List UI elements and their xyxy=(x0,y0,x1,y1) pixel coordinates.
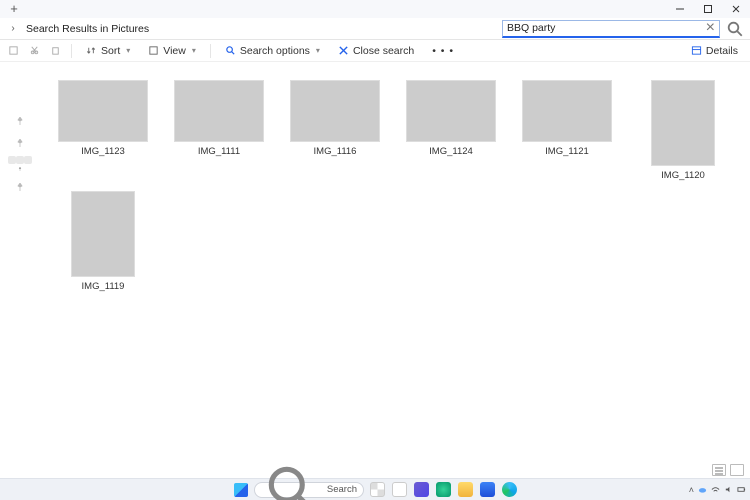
close-button[interactable] xyxy=(722,0,750,18)
chevron-down-icon: ▾ xyxy=(192,46,196,55)
start-button[interactable] xyxy=(232,481,250,499)
breadcrumb[interactable]: Search Results in Pictures xyxy=(26,23,149,35)
pin-icon[interactable] xyxy=(16,112,24,120)
details-icon xyxy=(691,45,702,56)
close-search-label: Close search xyxy=(353,45,414,57)
sort-label: Sort xyxy=(101,45,120,57)
edge-icon[interactable] xyxy=(500,481,518,499)
pin-icon[interactable] xyxy=(16,156,24,164)
close-search-icon xyxy=(338,45,349,56)
thumbnail-image xyxy=(290,80,380,142)
thumbnail-caption: IMG_1120 xyxy=(661,170,705,181)
thumbnail-grid: IMG_1123 IMG_1111 IMG_1116 IMG_1124 IMG_1121… xyxy=(40,62,750,500)
chevron-down-icon: ▾ xyxy=(316,46,320,55)
taskbar-search-placeholder: Search xyxy=(327,484,357,495)
address-bar: › Search Results in Pictures × xyxy=(0,18,750,40)
window-controls xyxy=(666,0,750,18)
maximize-button[interactable] xyxy=(694,0,722,18)
view-icon xyxy=(148,45,159,56)
taskbar-app-icon[interactable] xyxy=(434,481,452,499)
thumbnail-caption: IMG_1116 xyxy=(314,146,357,157)
thumbnail-item[interactable]: IMG_1120 xyxy=(630,80,736,181)
list-view-icon[interactable] xyxy=(712,464,726,476)
search-input[interactable] xyxy=(507,22,702,34)
file-explorer-icon[interactable] xyxy=(456,481,474,499)
thumbnail-image xyxy=(58,80,148,142)
pin-icon[interactable] xyxy=(16,178,24,186)
new-item-icon[interactable] xyxy=(8,45,19,56)
search-icon[interactable] xyxy=(726,20,744,38)
view-mode-icons xyxy=(712,464,744,476)
thumbnail-item[interactable]: IMG_1111 xyxy=(166,80,272,181)
new-tab-button[interactable]: + xyxy=(6,1,22,17)
details-button[interactable]: Details xyxy=(687,43,742,59)
volume-icon[interactable] xyxy=(724,485,733,494)
tab-bar: + xyxy=(0,0,750,18)
thumbnail-item[interactable]: IMG_1116 xyxy=(282,80,388,181)
details-label: Details xyxy=(706,45,738,57)
view-button[interactable]: View ▾ xyxy=(144,43,200,59)
thumbnail-caption: IMG_1123 xyxy=(81,146,125,157)
pin-icon[interactable] xyxy=(16,134,24,142)
cut-icon[interactable] xyxy=(29,45,40,56)
clear-search-icon[interactable]: × xyxy=(706,19,715,37)
tray-chevron-icon[interactable]: ˄ xyxy=(689,485,694,495)
wifi-icon[interactable] xyxy=(711,485,720,494)
search-options-label: Search options xyxy=(240,45,310,57)
forward-chevron-icon[interactable]: › xyxy=(6,23,20,34)
thumbnail-image xyxy=(651,80,715,166)
thumbnail-item[interactable]: IMG_1123 xyxy=(50,80,156,181)
view-label: View xyxy=(163,45,186,57)
battery-icon[interactable] xyxy=(737,485,746,494)
thumbnail-caption: IMG_1121 xyxy=(545,146,589,157)
nav-pane-collapsed xyxy=(0,62,40,500)
tiles-view-icon[interactable] xyxy=(730,464,744,476)
thumbnail-caption: IMG_1119 xyxy=(82,281,125,292)
toolbar: Sort ▾ View ▾ Search options ▾ Close search… xyxy=(0,40,750,62)
file-explorer-window: + › Search Results in Pictures × Sort ▾ xyxy=(0,0,750,500)
search-options-icon xyxy=(225,45,236,56)
sort-icon xyxy=(86,45,97,56)
taskbar: Search ˄ xyxy=(0,478,750,500)
thumbnail-caption: IMG_1111 xyxy=(198,146,240,157)
content-area: IMG_1123 IMG_1111 IMG_1116 IMG_1124 IMG_1121… xyxy=(0,62,750,500)
taskbar-app-icon[interactable] xyxy=(478,481,496,499)
taskbar-search[interactable]: Search xyxy=(254,482,364,498)
sort-button[interactable]: Sort ▾ xyxy=(82,43,134,59)
minimize-button[interactable] xyxy=(666,0,694,18)
taskbar-app-icon[interactable] xyxy=(412,481,430,499)
thumbnail-item[interactable]: IMG_1119 xyxy=(50,191,156,292)
thumbnail-image xyxy=(406,80,496,142)
system-tray[interactable]: ˄ xyxy=(689,485,746,495)
thumbnail-image xyxy=(71,191,135,277)
chevron-down-icon: ▾ xyxy=(126,46,130,55)
thumbnail-item[interactable]: IMG_1121 xyxy=(514,80,620,181)
search-icon xyxy=(261,459,323,500)
thumbnail-image xyxy=(522,80,612,142)
taskbar-app-icon[interactable] xyxy=(390,481,408,499)
search-options-button[interactable]: Search options ▾ xyxy=(221,43,324,59)
search-box[interactable]: × xyxy=(502,20,720,38)
thumbnail-image xyxy=(174,80,264,142)
thumbnail-item[interactable]: IMG_1124 xyxy=(398,80,504,181)
close-search-button[interactable]: Close search xyxy=(334,43,418,59)
onedrive-icon[interactable] xyxy=(698,485,707,494)
copy-icon[interactable] xyxy=(50,45,61,56)
task-view-icon[interactable] xyxy=(368,481,386,499)
more-button[interactable]: • • • xyxy=(428,43,458,59)
thumbnail-caption: IMG_1124 xyxy=(429,146,473,157)
